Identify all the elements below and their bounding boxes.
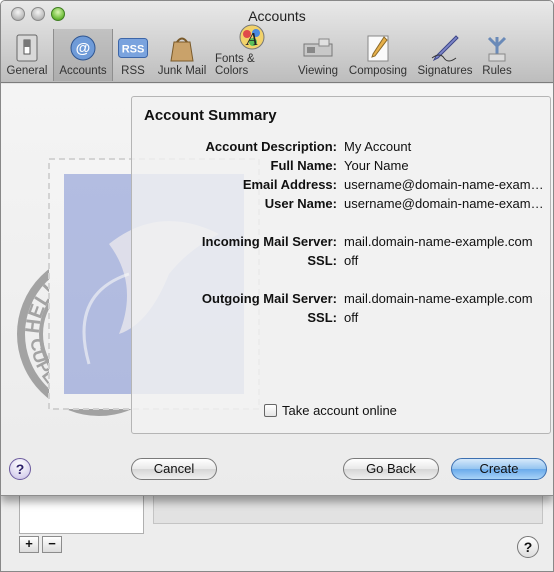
- junk-mail-bag-icon: [167, 33, 197, 63]
- signatures-pen-icon: [430, 33, 460, 63]
- accounts-list[interactable]: [19, 494, 144, 534]
- summary-row: Outgoing Mail Server: mail.domain-name-e…: [132, 291, 552, 310]
- toolbar-label-junk-mail: Junk Mail: [157, 65, 207, 77]
- rss-icon: RSS: [118, 33, 148, 63]
- remove-account-button[interactable]: −: [42, 536, 62, 553]
- summary-row: Full Name: Your Name: [132, 158, 552, 177]
- summary-value: mail.domain-name-example.com: [344, 234, 533, 249]
- toolbar-label-rules: Rules: [482, 65, 512, 77]
- summary-value: off: [344, 310, 359, 325]
- toolbar-item-rules[interactable]: Rules: [477, 29, 517, 81]
- toolbar-label-viewing: Viewing: [297, 65, 339, 77]
- take-account-online-option[interactable]: Take account online: [264, 403, 397, 418]
- summary-label: Email Address:: [242, 177, 337, 192]
- toolbar-item-composing[interactable]: Composing: [343, 29, 413, 81]
- summary-value: My Account: [344, 139, 412, 154]
- go-back-button[interactable]: Go Back: [343, 458, 439, 480]
- summary-label: SSL:: [307, 310, 337, 325]
- take-account-online-label[interactable]: Take account online: [282, 403, 397, 418]
- toolbar-label-composing: Composing: [348, 65, 408, 77]
- toolbar-label-fonts-colors: Fonts & Colors: [215, 53, 255, 77]
- summary-label: User Name:: [264, 196, 337, 211]
- create-button[interactable]: Create: [451, 458, 547, 480]
- summary-label: Incoming Mail Server:: [201, 234, 337, 249]
- general-switch-icon: [12, 33, 42, 63]
- summary-label: Full Name:: [270, 158, 337, 173]
- summary-value: off: [344, 253, 359, 268]
- svg-text:@: @: [76, 40, 91, 57]
- add-account-button[interactable]: +: [19, 536, 39, 553]
- summary-value: Your Name: [344, 158, 409, 173]
- help-button[interactable]: ?: [9, 458, 31, 480]
- summary-value: username@domain-name-example.com: [344, 196, 550, 211]
- account-summary-panel: Account Summary Account Description: My …: [131, 96, 551, 434]
- svg-text:RSS: RSS: [122, 44, 145, 56]
- composing-pencil-icon: [363, 33, 393, 63]
- summary-label: SSL:: [307, 253, 337, 268]
- summary-row: Account Description: My Account: [132, 139, 552, 158]
- svg-text:A: A: [246, 29, 259, 49]
- title-bar: Accounts General @ Accounts RSS RSS Junk…: [1, 1, 553, 83]
- toolbar-label-signatures: Signatures: [417, 65, 473, 77]
- toolbar-item-general[interactable]: General: [1, 29, 53, 81]
- toolbar-item-signatures[interactable]: Signatures: [413, 29, 477, 81]
- rules-icon: [482, 33, 512, 63]
- account-details-pane: [153, 494, 543, 524]
- summary-row: Incoming Mail Server: mail.domain-name-e…: [132, 234, 552, 253]
- toolbar-item-accounts[interactable]: @ Accounts: [53, 29, 113, 81]
- summary-label: Account Description:: [205, 139, 337, 154]
- summary-value: mail.domain-name-example.com: [344, 291, 533, 306]
- summary-row: SSL: off: [132, 310, 552, 329]
- toolbar-label-accounts: Accounts: [59, 65, 107, 77]
- account-setup-sheet: HELLO FROM CUPERTINO, CA Account Summary…: [1, 84, 553, 496]
- take-account-online-checkbox[interactable]: [264, 404, 277, 417]
- toolbar-label-rss: RSS: [121, 65, 145, 77]
- account-summary-title: Account Summary: [144, 107, 277, 124]
- summary-label: Outgoing Mail Server:: [201, 291, 337, 306]
- at-sign-icon: @: [68, 33, 98, 63]
- summary-row: User Name: username@domain-name-example.…: [132, 196, 552, 215]
- summary-row: Email Address: username@domain-name-exam…: [132, 177, 552, 196]
- summary-value: username@domain-name-example.com: [344, 177, 550, 192]
- toolbar-item-rss[interactable]: RSS RSS: [113, 29, 153, 81]
- toolbar-item-viewing[interactable]: Viewing: [293, 29, 343, 81]
- preferences-toolbar: General @ Accounts RSS RSS Junk Mail A F…: [1, 24, 517, 83]
- fonts-colors-icon: A: [237, 23, 267, 51]
- toolbar-item-fonts-colors[interactable]: A Fonts & Colors: [211, 24, 293, 81]
- cancel-button[interactable]: Cancel: [131, 458, 217, 480]
- background-help-button[interactable]: ?: [517, 536, 539, 558]
- toolbar-label-general: General: [6, 65, 48, 77]
- viewing-icon: [303, 33, 333, 63]
- preferences-window: Accounts General @ Accounts RSS RSS Junk…: [0, 0, 554, 572]
- window-title: Accounts: [248, 8, 306, 24]
- summary-row: SSL: off: [132, 253, 552, 272]
- toolbar-item-junk-mail[interactable]: Junk Mail: [153, 29, 211, 81]
